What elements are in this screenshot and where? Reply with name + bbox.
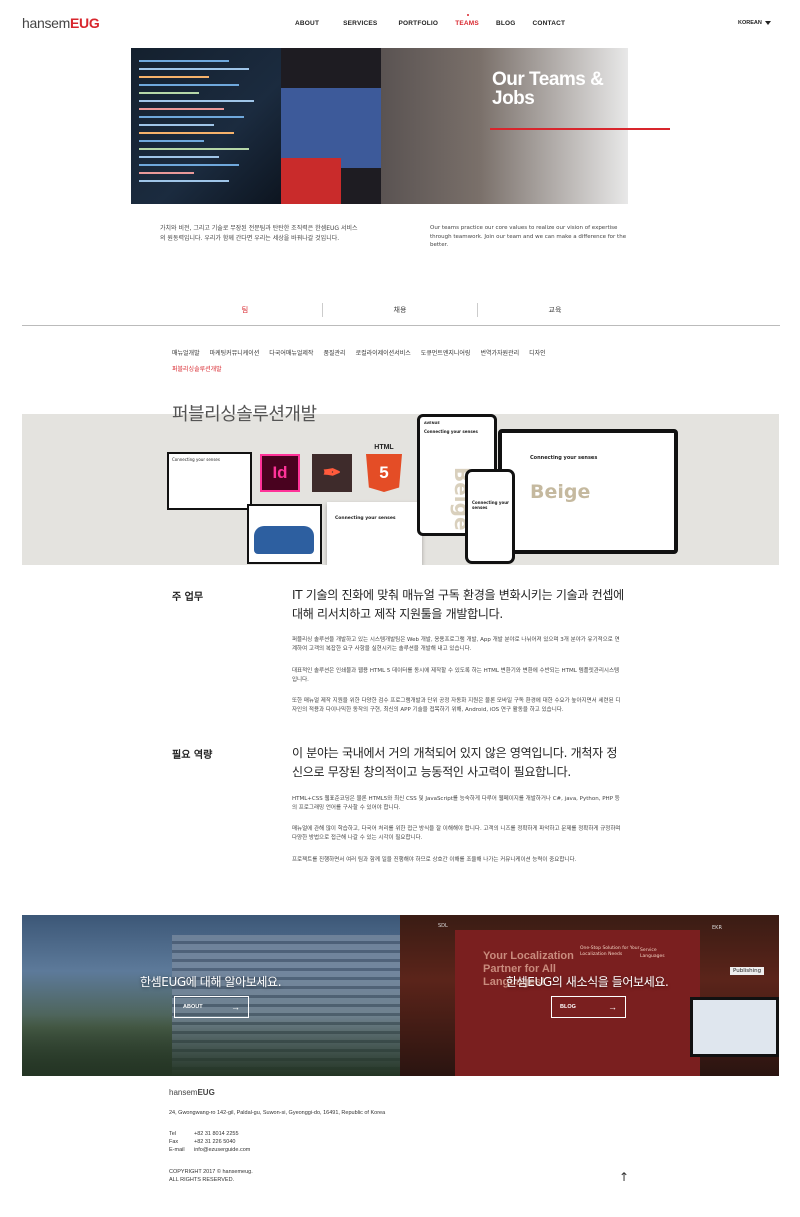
publishing-banner: Connecting your senses Id ✒ HTML 5 Conne… [22,414,779,565]
logo[interactable]: hansemEUG [22,15,100,31]
subnav-document[interactable]: 도큐먼트엔지니어링 [421,350,471,357]
nav-portfolio[interactable]: PORTFOLIO [398,20,438,27]
arrow-right-icon: → [608,1002,617,1012]
tab-recruit[interactable]: 채용 [323,303,478,317]
phone-mockup: Connecting your senses [465,469,515,564]
subnav-quality[interactable]: 품질관리 [323,350,345,357]
nav-teams[interactable]: TEAMS [455,14,479,27]
nav-blog[interactable]: BLOG [496,20,516,27]
footer-address: 24, Gwongwang-ro 142-gil, Paldal-gu, Suw… [169,1110,386,1116]
hero-accent-line [490,128,670,130]
main-duties-lead: IT 기술의 진화에 맞춰 매뉴얼 구독 환경을 변화시키는 기술과 컨셉에 대… [292,588,624,621]
back-to-top-icon[interactable]: ↑ [619,1170,629,1184]
caret-down-icon [764,20,771,25]
booth-publishing: Publishing [730,967,765,975]
requirements-p2: 매뉴얼에 관해 많이 학습하고, 다국어 처리를 위한 접근 방식을 잘 이해해… [292,826,621,841]
footer-email[interactable]: info@ezuserguide.com [194,1146,250,1154]
logo-bold: EUG [70,15,100,31]
hero-title: Our Teams & Jobs [492,69,604,109]
html-label: HTML [374,444,394,451]
footer-copyright: COPYRIGHT 2017 © hansemeug. [169,1169,253,1175]
blog-panel-text: 한셈EUG의 새소식을 들어보세요. [506,975,669,989]
language-select[interactable]: KOREAN [738,20,771,26]
footer-email-label: E-mail [169,1147,185,1153]
laptop-mockup: Connecting your senses [167,452,252,510]
booth-screen [690,997,779,1057]
requirements-p3: 프로젝트를 진행하면서 여러 팀과 함께 일을 진행해야 하므로 상호간 이해를… [292,857,577,863]
requirements-p1: HTML+CSS 웹표준코딩은 물론 HTML5와 최신 CSS 및 JavaS… [292,796,620,811]
tab-education[interactable]: 교육 [478,303,632,317]
laptop-heading: Connecting your senses [172,457,220,462]
booth-subline: One-Stop Solution for Your Localization … [580,946,640,957]
brochure-mockup: Connecting your senses [327,502,422,565]
main-nav: ABOUT SERVICES PORTFOLIO TEAMS BLOG CONT… [295,14,566,27]
blog-panel[interactable]: Your Localization Partner for All Langua… [400,915,779,1076]
code-screen [131,48,281,204]
red-binder [281,158,341,204]
tabs-divider [22,325,780,326]
booth-sdl: SDL [438,923,448,929]
main-duties-label: 주 업무 [172,592,204,603]
intro-english: Our teams practice our core values to re… [430,225,627,248]
subnav-localization[interactable]: 로컬라이제이션서비스 [356,350,411,357]
footer-fax: +82 31 226 5040 [194,1139,236,1145]
arrow-right-icon: → [231,1002,240,1012]
footer-fax-label: Fax [169,1139,179,1145]
monitor-heading: Connecting your senses [530,455,598,461]
about-panel[interactable]: 한셈EUG에 대해 알아보세요. ABOUT → [22,915,400,1076]
hero-title-line2: Jobs [492,88,535,109]
about-button[interactable]: ABOUT → [174,996,249,1018]
about-button-label: ABOUT [183,1004,203,1010]
footer-tel: +82 31 8014 2255 [194,1131,239,1137]
monitor-mockup: Connecting your senses Beige [498,429,678,554]
car-image [254,526,314,554]
footer-logo-light: hansem [169,1088,198,1097]
footer-rights: ALL RIGHTS RESERVED. [169,1177,235,1183]
html5-icon: 5 [366,454,402,492]
indesign-icon: Id [260,454,300,492]
requirements-lead: 이 분야는 국내에서 거의 개척되어 있지 않은 영역입니다. 개척자 정신으로… [292,746,618,779]
requirements-label: 필요 역량 [172,750,213,761]
footer-tel-label: Tel [169,1131,177,1137]
hero-title-line1: Our Teams & [492,69,604,90]
blog-button-label: BLOG [560,1004,576,1010]
language-label: KOREAN [738,20,762,26]
section-tabs: 팀 채용 교육 [168,303,632,317]
subnav-multilingual[interactable]: 다국어매뉴얼제작 [269,350,313,357]
subnav-manual[interactable]: 매뉴얼개발 [172,350,200,357]
subnav-design[interactable]: 디자인 [529,350,546,357]
tab-team[interactable]: 팀 [168,303,323,317]
tablet-brand: AVENUE [424,421,440,425]
tablet-heading: Connecting your senses [424,429,478,434]
team-subnav: 매뉴얼개발 마케팅커뮤니케이션 다국어매뉴얼제작 품질관리 로컬라이제이션서비스 도큐먼트… [172,346,612,378]
nav-about[interactable]: ABOUT [295,20,319,27]
logo-light: hansem [22,15,71,31]
phone-heading: Connecting your senses [472,500,510,510]
main-duties-p3: 또한 매뉴얼 제작 지원을 위한 다양한 검수 프로그램개발과 단위 공정 자동… [292,698,621,713]
trees-shade [22,1015,400,1076]
intro-korean: 가치와 비전, 그리고 기술로 무장된 전문팀과 탄탄한 조직력은 한셈EUG … [160,225,358,242]
subnav-marketing[interactable]: 마케팅커뮤니케이션 [210,350,260,357]
blue-monitor [281,88,381,168]
blog-button[interactable]: BLOG → [551,996,626,1018]
subnav-translator[interactable]: 번역가자원관리 [480,350,519,357]
footer-logo-bold: EUG [197,1088,215,1097]
banner-title: 퍼블리싱솔루션개발 [172,404,317,425]
acrobat-icon: ✒ [312,454,352,492]
monitor-word: Beige [530,481,591,503]
booth-service: Service Languages [640,948,665,959]
about-panel-text: 한셈EUG에 대해 알아보세요. [140,975,282,989]
main-duties-p2: 대표적인 솔루션은 인쇄물과 웹용 HTML 5 데이터를 동시에 제작할 수 … [292,668,620,683]
brochure-heading: Connecting your senses [335,516,396,521]
main-duties-p1: 퍼블리싱 솔루션을 개발하고 있는 시스템개발팀은 Web 개발, 응용프로그램… [292,637,620,652]
footer-logo[interactable]: hansemEUG [169,1088,215,1097]
nav-services[interactable]: SERVICES [343,20,377,27]
subnav-publishing[interactable]: 퍼블리싱솔루션개발 [172,366,222,373]
booth-ekr: EKR [712,925,722,931]
nav-contact[interactable]: CONTACT [533,20,566,27]
